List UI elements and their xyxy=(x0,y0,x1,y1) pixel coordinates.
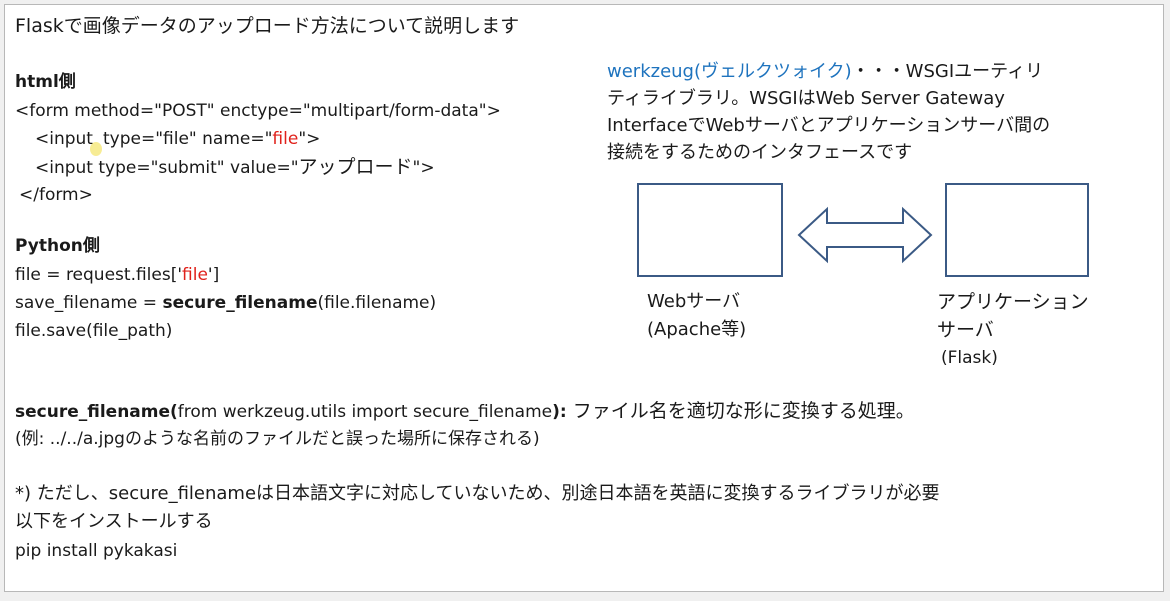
note-line1: *) ただし、secure_filenameは日本語文字に対応していないため、別… xyxy=(15,483,940,504)
python-files-post: '] xyxy=(207,265,220,285)
python-heading: Python側 xyxy=(15,236,100,256)
html-input-attrs: type="file" name=" xyxy=(102,129,273,149)
app-server-label-2: サーバ xyxy=(937,319,994,341)
note-line2: 以下をインストールする xyxy=(15,511,213,532)
python-secure-fn: secure_filename xyxy=(162,293,318,313)
slide: Flaskで画像データのアップロード方法について説明します html側 <for… xyxy=(4,4,1164,592)
secure-desc-close: ): xyxy=(552,402,567,422)
werkzeug-line2: ティライブラリ。WSGIはWeb Server Gateway xyxy=(607,88,1005,109)
python-line-secure: save_filename = secure_filename(file.fil… xyxy=(15,292,436,314)
html-file-name-value: file xyxy=(272,129,299,149)
web-server-label: Webサーバ xyxy=(647,291,741,312)
html-submit-value: アップロード xyxy=(298,156,413,178)
double-arrow-icon xyxy=(797,206,933,264)
app-server-label-1: アプリケーション xyxy=(937,291,1089,313)
html-input-close: "> xyxy=(298,129,321,149)
python-secure-post: (file.filename) xyxy=(317,293,437,313)
werkzeug-line3: InterfaceでWebサーバとアプリケーションサーバ間の xyxy=(607,115,1051,136)
werkzeug-name: werkzeug(ヴェルクツォイク) xyxy=(607,61,852,82)
html-input-open: <input xyxy=(35,129,93,149)
html-line-input-submit: <input type="submit" value="アップロード"> xyxy=(35,156,435,179)
secure-desc-line1: secure_filename(from werkzeug.utils impo… xyxy=(15,400,915,423)
python-line-save: file.save(file_path) xyxy=(15,321,173,341)
werkzeug-line4: 接続をするためのインタフェースです xyxy=(607,142,913,163)
python-line-files: file = request.files['file'] xyxy=(15,264,219,286)
slide-title: Flaskで画像データのアップロード方法について説明します xyxy=(15,15,520,37)
python-files-pre: file = request.files[' xyxy=(15,265,183,285)
html-heading: html側 xyxy=(15,72,76,92)
app-server-box xyxy=(945,183,1089,277)
web-server-box xyxy=(637,183,783,277)
html-line-form: <form method="POST" enctype="multipart/f… xyxy=(15,101,501,121)
note-line3-command: pip install pykakasi xyxy=(15,541,178,561)
secure-desc-text: ファイル名を適切な形に変換する処理。 xyxy=(566,400,915,422)
werkzeug-line1-rest: ・・・WSGIユーティリ xyxy=(851,61,1044,82)
html-submit-open: <input type="submit" value=" xyxy=(35,158,299,178)
html-line-form-close: </form> xyxy=(19,185,93,205)
web-server-example: (Apache等) xyxy=(647,319,747,340)
html-submit-close: "> xyxy=(412,158,435,178)
html-line-input-file: <input type="file" name="file"> xyxy=(35,128,321,156)
secure-desc-fn: secure_filename( xyxy=(15,402,178,422)
secure-desc-line2: (例: ../../a.jpgのような名前のファイルだと誤った場所に保存される) xyxy=(15,429,540,449)
secure-desc-import: from werkzeug.utils import secure_filena… xyxy=(177,402,553,422)
python-files-key: file xyxy=(182,265,208,285)
werkzeug-line1: werkzeug(ヴェルクツォイク)・・・WSGIユーティリ xyxy=(607,59,1043,85)
app-server-example: (Flask) xyxy=(941,348,998,368)
python-secure-pre: save_filename = xyxy=(15,293,163,313)
